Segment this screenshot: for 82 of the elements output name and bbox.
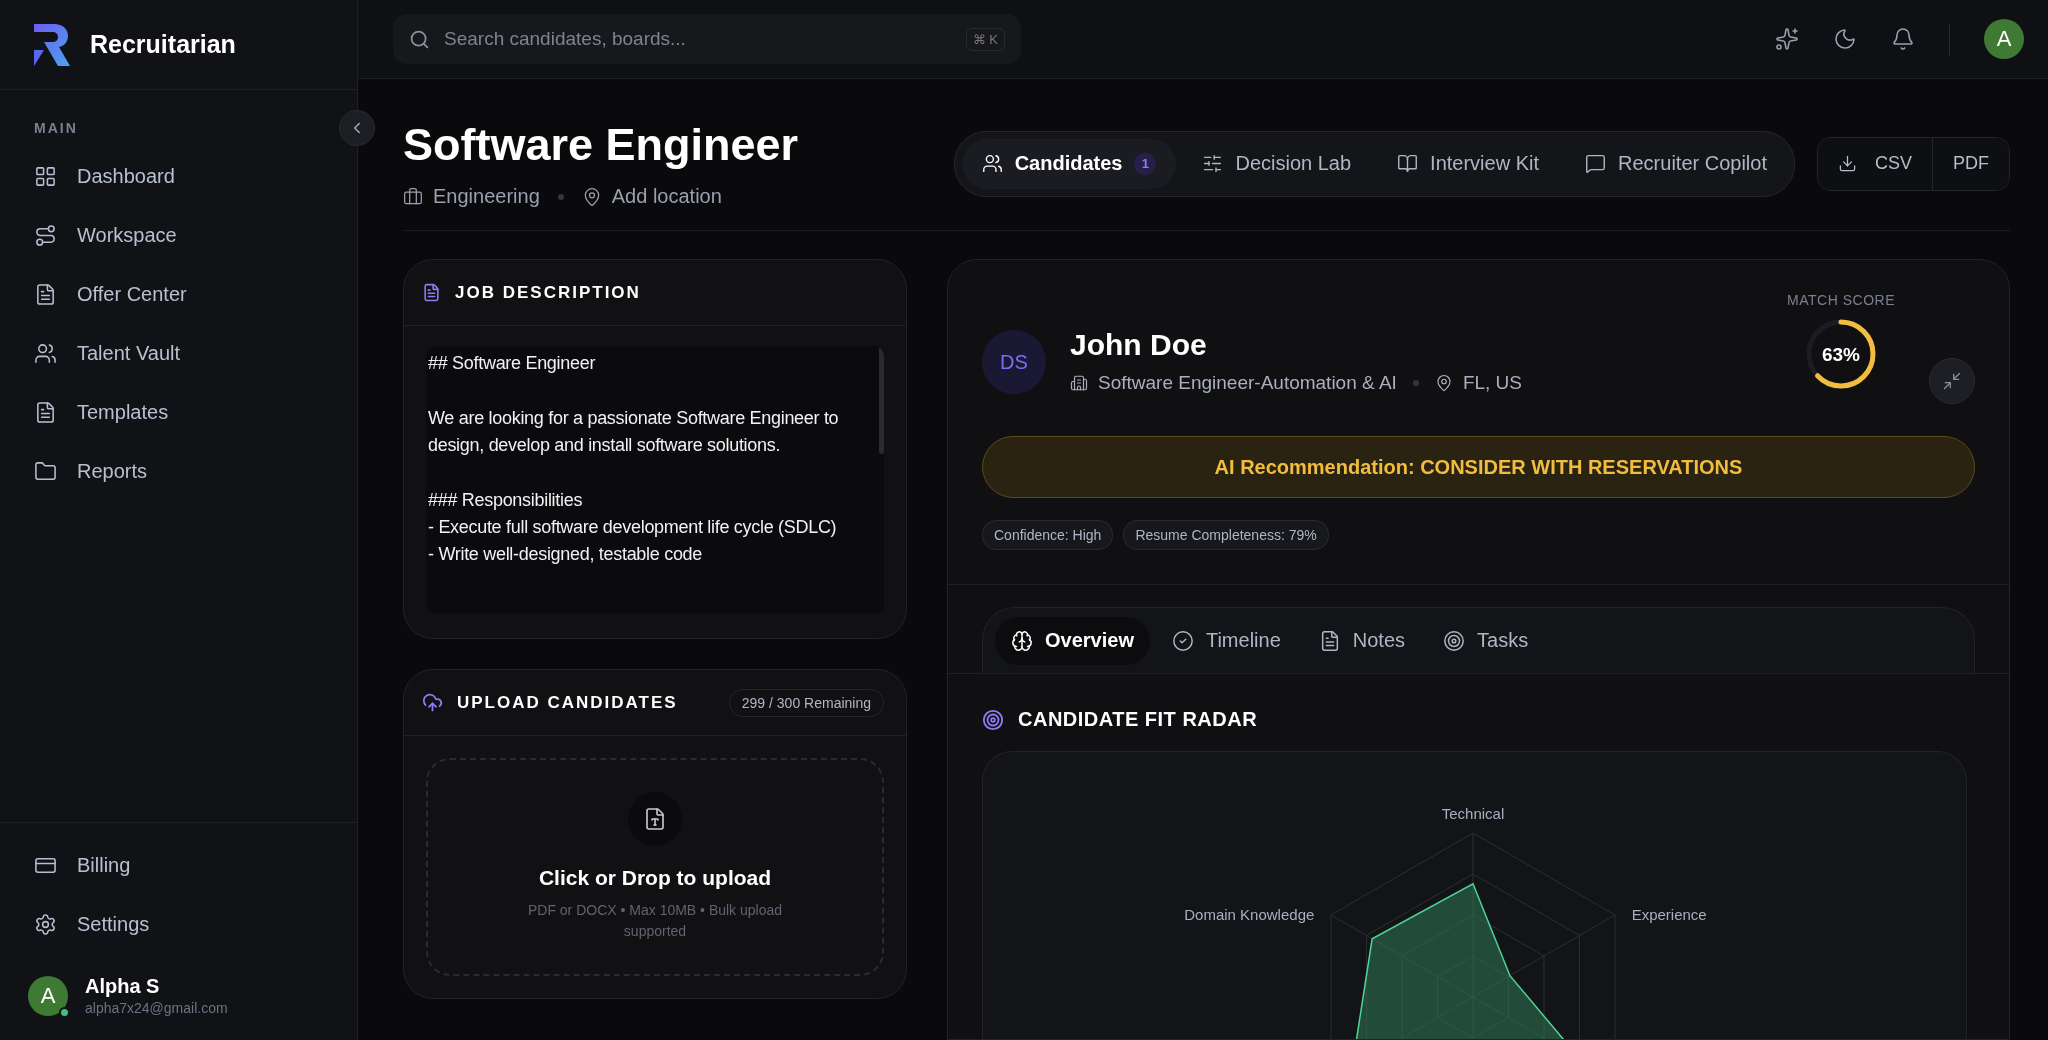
decision-icon — [1202, 153, 1224, 174]
search-icon — [409, 28, 430, 50]
cloud-upload-icon — [422, 692, 443, 713]
overview-icon — [1011, 629, 1033, 652]
workspace-icon — [34, 224, 57, 247]
sidebar-item[interactable]: Offer Center — [16, 268, 341, 321]
description-line: We are looking for a passionate Software Engineer to design, develop and install software solutions. — [428, 407, 840, 457]
tab[interactable]: Decision Lab — [1182, 138, 1372, 189]
map-pin-icon — [1434, 374, 1453, 392]
description-field[interactable] — [426, 346, 884, 614]
tab[interactable]: Candidates 1 — [961, 138, 1177, 189]
section-title: CANDIDATE FIT RADAR — [1018, 708, 1258, 731]
tab[interactable]: Tasks — [1427, 616, 1545, 665]
dashboard-icon — [34, 165, 57, 188]
search-field[interactable]: Search candidates, boards... — [442, 27, 954, 51]
add-location-link[interactable]: Add location — [611, 185, 722, 208]
tab[interactable]: Interview Kit — [1377, 138, 1560, 189]
document-icon — [422, 283, 441, 302]
info-badge: Confidence: High — [982, 520, 1114, 550]
copilot-icon — [1585, 153, 1607, 174]
export-button[interactable]: PDF — [1932, 137, 2009, 190]
timeline-icon — [1171, 629, 1194, 652]
count-badge: 1 — [1134, 152, 1157, 175]
description-line: - Execute full software development life cycle (SDLC) — [428, 516, 838, 539]
sidebar-item[interactable]: Reports — [16, 445, 341, 498]
sparkles-icon[interactable] — [1775, 27, 1799, 51]
tab[interactable]: Recruiter Copilot — [1565, 138, 1787, 189]
match-score-label: MATCH SCORE — [1787, 292, 1895, 308]
tab[interactable]: Timeline — [1155, 616, 1297, 665]
upload-headline: Click or Drop to upload — [538, 866, 772, 890]
user-avatar[interactable]: A — [28, 975, 68, 1016]
candidate-name: John Doe — [1070, 328, 1208, 362]
settings-icon — [34, 913, 57, 936]
export-button[interactable]: CSV — [1818, 137, 1932, 190]
upload-dropzone[interactable]: Click or Drop to upload PDF or DOCX • Max 10MB • Bulk upload supported — [426, 758, 884, 976]
offer-icon — [34, 283, 57, 306]
candidate-avatar: DS — [982, 330, 1046, 394]
tasks-icon — [1443, 629, 1466, 652]
user-email: alpha7x24@gmail.com — [85, 1000, 228, 1016]
tab[interactable]: Overview — [995, 616, 1150, 665]
app-name: Recruitarian — [90, 30, 236, 59]
user-name: Alpha S — [85, 975, 161, 998]
ai-recommendation-banner: AI Recommendation: CONSIDER WITH RESERVATIONS — [982, 436, 1975, 498]
sidebar-item[interactable]: Talent Vault — [16, 327, 341, 380]
talent-icon — [34, 342, 57, 365]
search-box[interactable]: Search candidates, boards... ⌘ K — [393, 14, 1021, 64]
description-line: ## Software Engineer — [428, 352, 597, 375]
building-icon — [1070, 374, 1088, 392]
candidate-location: FL, US — [1462, 372, 1522, 394]
axis-label: Technical — [1441, 805, 1505, 822]
axis-label: Experience — [1631, 906, 1707, 923]
department: Engineering — [433, 185, 540, 208]
job-title: Software Engineer — [403, 119, 799, 171]
file-icon — [643, 807, 667, 831]
upload-hint: PDF or DOCX • Max 10MB • Bulk upload supported — [526, 901, 784, 941]
shrink-icon — [1942, 371, 1962, 391]
templates-icon — [34, 401, 57, 424]
sidebar-item[interactable]: Templates — [16, 386, 341, 439]
candidate-role: Software Engineer-Automation & AI — [1098, 372, 1397, 394]
sidebar-item[interactable]: Settings — [16, 898, 341, 951]
sidebar-item[interactable]: Dashboard — [16, 150, 341, 203]
reports-icon — [34, 460, 57, 483]
card-title: UPLOAD CANDIDATES — [457, 692, 678, 713]
tab[interactable]: Notes — [1302, 616, 1422, 665]
card-title: JOB DESCRIPTION — [455, 282, 641, 303]
axis-label: Domain Knowledge — [1184, 906, 1315, 923]
user-avatar[interactable]: A — [1984, 19, 2024, 59]
description-line: - Write well-designed, testable code — [428, 543, 703, 566]
info-badge: Resume Completeness: 79% — [1123, 520, 1329, 550]
section-label: MAIN — [33, 119, 79, 138]
shortcut-hint: ⌘ K — [965, 27, 1005, 51]
notifications-icon[interactable] — [1891, 27, 1915, 51]
briefcase-icon — [403, 186, 423, 207]
sidebar-item[interactable]: Workspace — [16, 209, 341, 262]
interview-icon — [1397, 153, 1419, 174]
collapse-button[interactable] — [1929, 358, 1975, 404]
sidebar-item[interactable]: Billing — [16, 839, 341, 892]
description-line: ### Responsibilities — [428, 489, 584, 512]
target-icon — [982, 708, 1004, 731]
candidates-icon — [981, 153, 1003, 174]
download-icon — [1838, 154, 1857, 173]
moon-icon[interactable] — [1833, 27, 1857, 51]
